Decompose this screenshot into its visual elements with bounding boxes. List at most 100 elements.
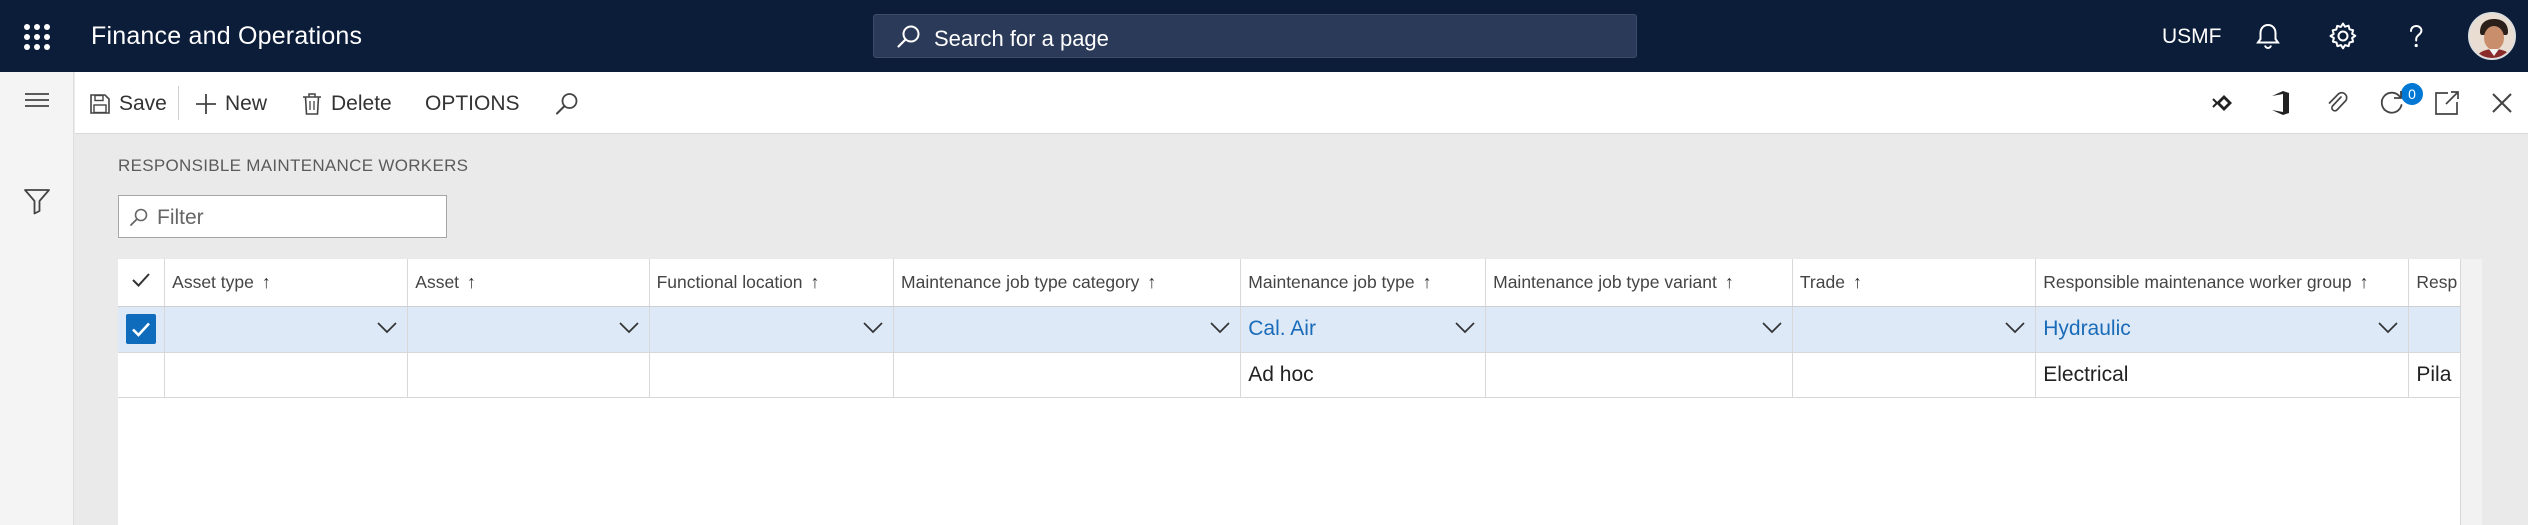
table-cell[interactable] [164, 352, 409, 398]
table-cell[interactable]: Ad hoc [1240, 352, 1487, 398]
table-cell[interactable] [1792, 352, 2037, 398]
close-icon[interactable] [2487, 88, 2517, 118]
column-header-asset-type[interactable]: Asset type ↑ [164, 259, 409, 307]
refresh-icon[interactable] [2377, 88, 2407, 118]
action-search-button[interactable] [554, 89, 588, 119]
table-cell[interactable] [407, 352, 650, 398]
new-button[interactable]: New [195, 89, 267, 119]
help-icon[interactable] [2400, 20, 2432, 52]
cell-value: Hydraulic [2043, 317, 2131, 340]
delete-label: Delete [331, 92, 392, 115]
top-navigation-bar: Finance and Operations Search for a page… [0, 0, 2528, 72]
filter-input[interactable]: Filter [118, 195, 447, 238]
table-cell[interactable]: Electrical [2035, 352, 2410, 398]
column-label: Maintenance job type variant [1493, 271, 1717, 292]
search-input[interactable]: Search for a page [873, 14, 1637, 58]
row-checkbox[interactable] [118, 352, 166, 398]
column-header-job-type[interactable]: Maintenance job type ↑ [1240, 259, 1487, 307]
company-picker[interactable]: USMF [2162, 25, 2222, 49]
table-row[interactable]: Ad hoc Electrical Pila [118, 352, 2479, 398]
options-label: OPTIONS [425, 92, 520, 115]
avatar-image [2470, 14, 2514, 58]
save-label: Save [119, 92, 167, 115]
sort-ascending-icon: ↑ [1724, 271, 1734, 292]
asset-select[interactable] [407, 306, 650, 353]
column-label: Trade [1799, 271, 1845, 292]
sort-ascending-icon: ↑ [2359, 271, 2369, 292]
column-header-worker-group[interactable]: Responsible maintenance worker group ↑ [2035, 259, 2410, 307]
sort-ascending-icon: ↑ [261, 271, 271, 292]
table-cell[interactable] [893, 352, 1242, 398]
select-all-checkbox[interactable] [118, 259, 166, 307]
toolbar-divider [178, 86, 179, 120]
checked-checkbox [126, 314, 157, 344]
chevron-down-icon [1455, 321, 1475, 333]
filter-placeholder: Filter [157, 206, 204, 229]
user-avatar[interactable] [2468, 12, 2516, 60]
options-button[interactable]: OPTIONS [425, 89, 520, 119]
search-icon [130, 208, 148, 226]
worker-group-select[interactable]: Hydraulic [2035, 306, 2410, 353]
column-header-job-type-variant[interactable]: Maintenance job type variant ↑ [1485, 259, 1793, 307]
column-label: Functional location [656, 271, 803, 292]
attachment-icon[interactable] [2322, 88, 2352, 118]
column-header-functional-location[interactable]: Functional location ↑ [649, 259, 895, 307]
checkmark-icon [132, 322, 151, 337]
cell-value: Cal. Air [1248, 317, 1316, 340]
open-new-window-icon[interactable] [2432, 88, 2462, 118]
chevron-down-icon [377, 321, 397, 333]
app-title[interactable]: Finance and Operations [91, 22, 362, 51]
table-cell[interactable] [1485, 352, 1793, 398]
sort-ascending-icon: ↑ [1147, 271, 1157, 292]
column-label: Maintenance job type category [901, 271, 1140, 292]
row-checkbox[interactable] [118, 306, 166, 353]
workers-grid: Asset type ↑ Asset ↑ Functional location ↑ … [118, 259, 2480, 525]
column-label: Asset type [172, 271, 254, 292]
column-header-job-type-category[interactable]: Maintenance job type category ↑ [893, 259, 1242, 307]
column-header-trade[interactable]: Trade ↑ [1792, 259, 2037, 307]
delete-button[interactable]: Delete [301, 89, 392, 119]
new-label: New [225, 92, 268, 115]
trash-icon [303, 93, 321, 115]
job-type-category-select[interactable] [893, 306, 1242, 353]
asset-type-select[interactable] [164, 306, 409, 353]
chevron-down-icon [1210, 321, 1230, 333]
column-label: Asset [415, 271, 460, 292]
section-title: RESPONSIBLE MAINTENANCE WORKERS [118, 156, 469, 175]
column-header-asset[interactable]: Asset ↑ [407, 259, 650, 307]
search-placeholder: Search for a page [934, 26, 1109, 51]
sort-ascending-icon: ↑ [1852, 271, 1862, 292]
table-row-selected[interactable]: Cal. Air Hydraulic [118, 306, 2479, 353]
save-button[interactable]: Save [89, 89, 167, 119]
chevron-down-icon [1762, 321, 1782, 333]
column-label: Responsible maintenance worker group [2043, 271, 2352, 292]
hamburger-menu-icon[interactable] [22, 86, 52, 116]
checkmark-icon [132, 273, 150, 287]
grid-header-row: Asset type ↑ Asset ↑ Functional location ↑ … [118, 259, 2479, 307]
gear-icon[interactable] [2327, 20, 2359, 52]
table-cell[interactable] [649, 352, 895, 398]
chevron-down-icon [863, 321, 883, 333]
power-apps-icon[interactable] [2209, 88, 2239, 118]
column-label: Resp [2416, 271, 2458, 292]
bell-icon[interactable] [2252, 20, 2284, 52]
left-navigation-rail [0, 72, 74, 525]
functional-location-select[interactable] [649, 306, 895, 353]
office-icon[interactable] [2265, 88, 2295, 118]
trade-select[interactable] [1792, 306, 2037, 353]
job-type-variant-select[interactable] [1485, 306, 1793, 353]
sort-ascending-icon: ↑ [1422, 271, 1432, 292]
search-icon [556, 93, 578, 115]
chevron-down-icon [2005, 321, 2025, 333]
plus-icon [196, 94, 216, 114]
search-icon [897, 25, 920, 48]
sort-ascending-icon: ↑ [467, 271, 477, 292]
filter-pane-icon[interactable] [22, 186, 52, 216]
grid-vertical-scrollbar[interactable] [2460, 259, 2482, 525]
job-type-select[interactable]: Cal. Air [1240, 306, 1487, 353]
chevron-down-icon [619, 321, 639, 333]
column-label: Maintenance job type [1248, 271, 1415, 292]
save-icon [90, 94, 110, 114]
app-launcher-icon[interactable] [24, 24, 50, 50]
sort-ascending-icon: ↑ [810, 271, 820, 292]
